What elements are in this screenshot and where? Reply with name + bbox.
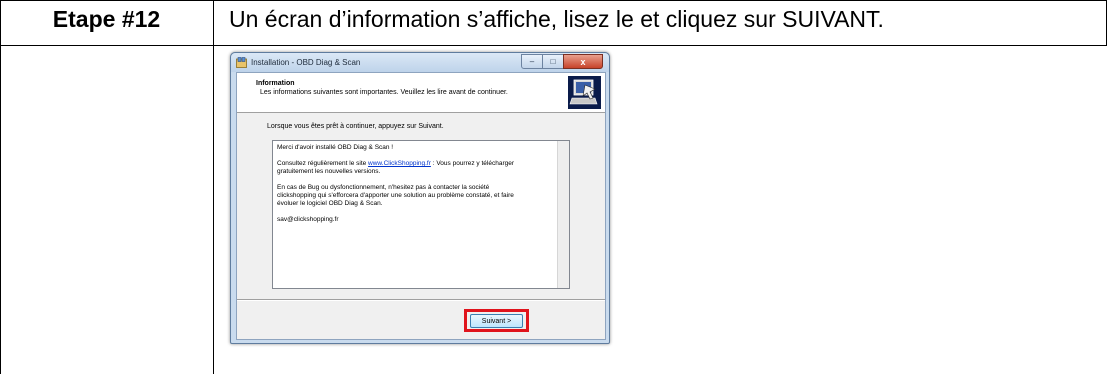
next-button[interactable]: Suivant > bbox=[470, 314, 523, 328]
info-memo[interactable]: Merci d'avoir installé OBD Diag & Scan !… bbox=[272, 140, 570, 289]
table-border-left bbox=[0, 0, 1, 374]
installer-window: Installation - OBD Diag & Scan – □ x Inf… bbox=[230, 52, 610, 344]
intro-text: Lorsque vous êtes prêt à continuer, appu… bbox=[267, 123, 444, 130]
memo-line: évoluer le logiciel OBD Diag & Scan. bbox=[277, 200, 383, 207]
website-link[interactable]: www.ClickShopping.fr bbox=[368, 160, 431, 167]
memo-line-link: Consultez régulièrement le site www.Clic… bbox=[277, 160, 514, 168]
wizard-page: Information Les informations suivantes s… bbox=[236, 72, 606, 340]
memo-scrollbar[interactable] bbox=[557, 141, 569, 288]
document-table: Etape #12 Un écran d’information s’affic… bbox=[0, 0, 1107, 374]
close-button[interactable]: x bbox=[563, 54, 603, 69]
table-border-col bbox=[213, 0, 214, 374]
memo-line: En cas de Bug ou dysfonctionnement, n'he… bbox=[277, 184, 490, 191]
memo-text: : Vous pourrez y télécharger bbox=[430, 160, 515, 167]
step-label: Etape #12 bbox=[52, 6, 161, 32]
title-bar[interactable]: Installation - OBD Diag & Scan – □ x bbox=[231, 53, 609, 72]
installer-icon bbox=[236, 57, 247, 68]
window-controls: – □ x bbox=[521, 54, 603, 69]
header-title: Information bbox=[256, 80, 295, 87]
computer-install-icon bbox=[568, 76, 601, 109]
footer-separator bbox=[237, 299, 605, 301]
memo-text: Consultez régulièrement le site bbox=[277, 160, 369, 167]
table-border-mid bbox=[0, 45, 1107, 46]
header-subtitle: Les informations suivantes sont importan… bbox=[260, 89, 508, 96]
table-border-top bbox=[0, 0, 1107, 1]
minimize-button[interactable]: – bbox=[521, 54, 543, 69]
maximize-button[interactable]: □ bbox=[542, 54, 564, 69]
step-instruction: Un écran d’information s’affiche, lisez … bbox=[229, 6, 884, 32]
wizard-header: Information Les informations suivantes s… bbox=[237, 73, 605, 113]
memo-line: gratuitement les nouvelles versions. bbox=[277, 168, 381, 175]
memo-line: clickshopping qui s'efforcera d'apporter… bbox=[277, 192, 514, 199]
memo-line: sav@clickshopping.fr bbox=[277, 216, 339, 223]
memo-line: Merci d'avoir installé OBD Diag & Scan ! bbox=[277, 144, 394, 151]
window-title: Installation - OBD Diag & Scan bbox=[251, 58, 361, 67]
